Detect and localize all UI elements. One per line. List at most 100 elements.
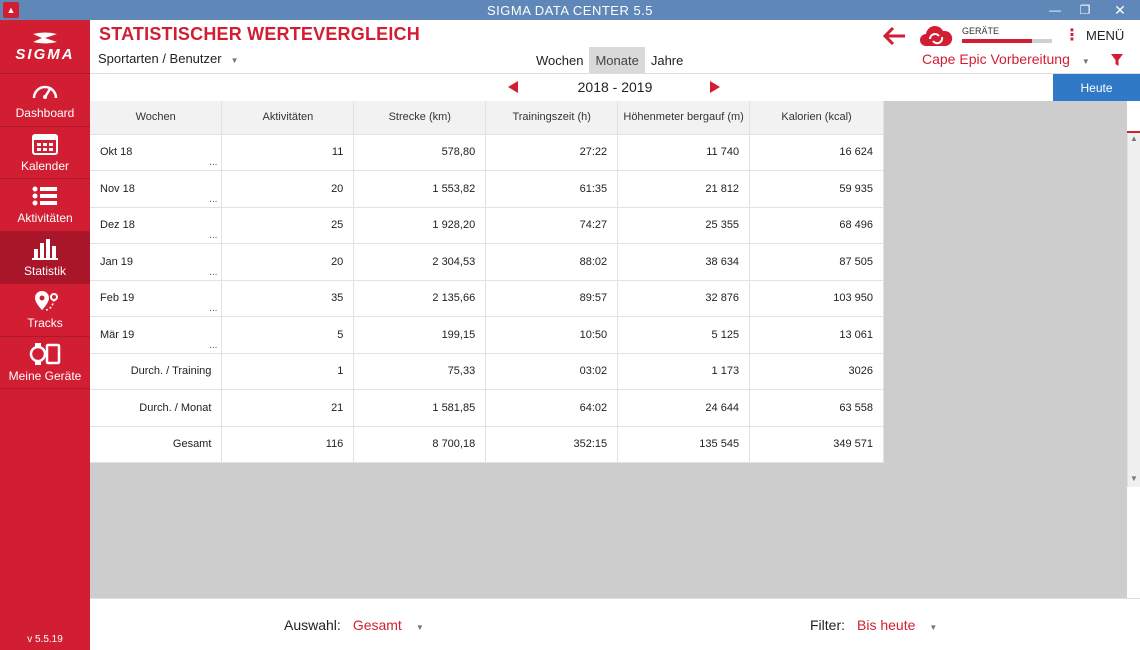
devices-status[interactable]: GERÄTE [962,26,1054,43]
profile-selector[interactable]: Cape Epic Vorbereitung ▼ [922,51,1090,67]
elevation-cell: 38 634 [617,243,751,281]
chevron-down-icon: ▼ [1081,56,1090,66]
column-header-distance[interactable]: Strecke (km) [353,101,487,135]
distance-cell: 75,33 [353,353,487,390]
today-button[interactable]: Heute [1053,74,1140,101]
time-cell: 10:50 [485,316,619,354]
activities-cell: 20 [221,170,355,208]
sidebar-item-tracks[interactable]: Tracks [0,284,90,337]
scroll-down-icon[interactable]: ▼ [1128,473,1140,485]
bar-chart-icon [32,238,58,260]
app-version: v 5.5.19 [27,634,63,645]
distance-cell: 8 700,18 [353,426,487,463]
cloud-sync-icon[interactable] [918,24,954,48]
statistics-table: Wochen Aktivitäten Strecke (km) Training… [90,101,884,463]
expand-row-button[interactable]: ... [209,303,217,314]
table-row[interactable]: Jan 19... 20 2 304,53 88:02 38 634 87 50… [90,243,884,281]
vertical-scrollbar[interactable]: ▲ ▼ [1127,131,1140,487]
activities-cell: 1 [221,353,355,390]
filter-icon[interactable] [1110,53,1124,67]
row-period-label: Okt 18 [100,146,133,159]
close-button[interactable]: ✕ [1100,0,1140,20]
calories-cell: 16 624 [749,134,884,171]
time-cell: 74:27 [485,207,619,244]
calendar-icon [32,133,58,155]
tab-jahre[interactable]: Jahre [645,47,690,73]
time-cell: 352:15 [485,426,619,463]
sidebar-item-label: Tracks [27,316,63,331]
restore-button[interactable]: ❐ [1070,0,1100,20]
sidebar-item-dashboard[interactable]: Dashboard [0,74,90,127]
list-icon [32,186,57,206]
selection-dropdown[interactable]: Auswahl: Gesamt ▼ [284,617,424,633]
column-header-activities[interactable]: Aktivitäten [221,101,355,135]
sidebar-item-label: Statistik [23,263,66,278]
previous-arrow-icon[interactable] [508,81,520,93]
footer-bar: Auswahl: Gesamt ▼ Filter: Bis heute ▼ [90,598,1140,650]
expand-row-button[interactable]: ... [209,194,217,205]
sidebar-item-label: Dashboard [15,106,75,121]
profile-selector-value: Cape Epic Vorbereitung [922,51,1070,67]
sidebar-item-aktivitaeten[interactable]: Aktivitäten [0,179,90,232]
row-period-label: Nov 18 [100,182,135,195]
time-cell: 89:57 [485,280,619,317]
filter-dropdown[interactable]: Filter: Bis heute ▼ [810,617,937,633]
sport-user-selector[interactable]: Sportarten / Benutzer ▼ [98,51,239,66]
column-header-time[interactable]: Trainingszeit (h) [485,101,619,135]
calories-cell: 68 496 [749,207,884,244]
row-period-cell: Okt 18... [90,134,223,171]
devices-progress-fill [962,39,1033,43]
more-vertical-icon: ⋮ [1064,27,1080,44]
devices-label: GERÄTE [962,26,1000,36]
row-period-label: Feb 19 [100,292,135,305]
column-header-elevation[interactable]: Höhenmeter bergauf (m) [617,101,751,135]
summary-row-average-month: Durch. / Monat 21 1 581,85 64:02 24 644 … [90,389,884,427]
expand-row-button[interactable]: ... [209,230,217,241]
filter-value: Bis heute [857,617,916,633]
column-header-period[interactable]: Wochen [90,101,223,135]
sidebar: SIGMA Dashboard Kalender Aktivitäten Sta… [0,20,90,650]
row-period-label: Mär 19 [100,328,135,341]
menu-button[interactable]: ⋮ MENÜ [1064,25,1124,45]
distance-cell: 199,15 [353,316,487,354]
calories-cell: 13 061 [749,316,884,354]
time-cell: 64:02 [485,389,619,427]
row-period-label: Jan 19 [100,255,134,268]
table-row[interactable]: Okt 18... 11 578,80 27:22 11 740 16 624 [90,134,884,171]
column-header-calories[interactable]: Kalorien (kcal) [749,101,884,135]
next-arrow-icon[interactable] [708,81,720,93]
sidebar-item-statistik[interactable]: Statistik [0,231,90,284]
window-title: SIGMA DATA CENTER 5.5 [486,2,654,18]
sidebar-item-kalender[interactable]: Kalender [0,127,90,179]
tab-monate[interactable]: Monate [589,47,645,73]
scroll-up-icon[interactable]: ▲ [1128,133,1140,145]
calories-cell: 349 571 [749,426,884,463]
activities-cell: 25 [221,207,355,244]
calories-cell: 63 558 [749,389,884,427]
expand-row-button[interactable]: ... [209,157,217,168]
time-cell: 61:35 [485,170,619,208]
time-cell: 88:02 [485,243,619,281]
back-arrow-icon[interactable] [880,24,908,48]
row-period-cell: Dez 18... [90,207,223,244]
expand-row-button[interactable]: ... [209,267,217,278]
sidebar-item-meine-geraete[interactable]: Meine Geräte [0,337,90,389]
elevation-cell: 135 545 [617,426,751,463]
minimize-button[interactable]: — [1040,0,1070,20]
table-row[interactable]: Nov 18... 20 1 553,82 61:35 21 812 59 93… [90,170,884,208]
distance-cell: 1 928,20 [353,207,487,244]
table-row[interactable]: Feb 19... 35 2 135,66 89:57 32 876 103 9… [90,280,884,317]
table-row[interactable]: Dez 18... 25 1 928,20 74:27 25 355 68 49… [90,207,884,244]
gauge-icon [32,86,58,100]
distance-cell: 2 304,53 [353,243,487,281]
calories-cell: 87 505 [749,243,884,281]
title-bar: ▲ SIGMA DATA CENTER 5.5 — ❐ ✕ [0,0,1140,20]
header-actions: GERÄTE ⋮ MENÜ Cape Epic Vorbereitung ▼ [880,20,1140,74]
sidebar-item-label: Meine Geräte [8,368,82,383]
scroll-position-marker [1127,131,1140,133]
tab-wochen[interactable]: Wochen [530,47,589,73]
activities-cell: 35 [221,280,355,317]
table-row[interactable]: Mär 19... 5 199,15 10:50 5 125 13 061 [90,316,884,354]
year-range-label: 2018 - 2019 [577,79,653,95]
expand-row-button[interactable]: ... [209,340,217,351]
